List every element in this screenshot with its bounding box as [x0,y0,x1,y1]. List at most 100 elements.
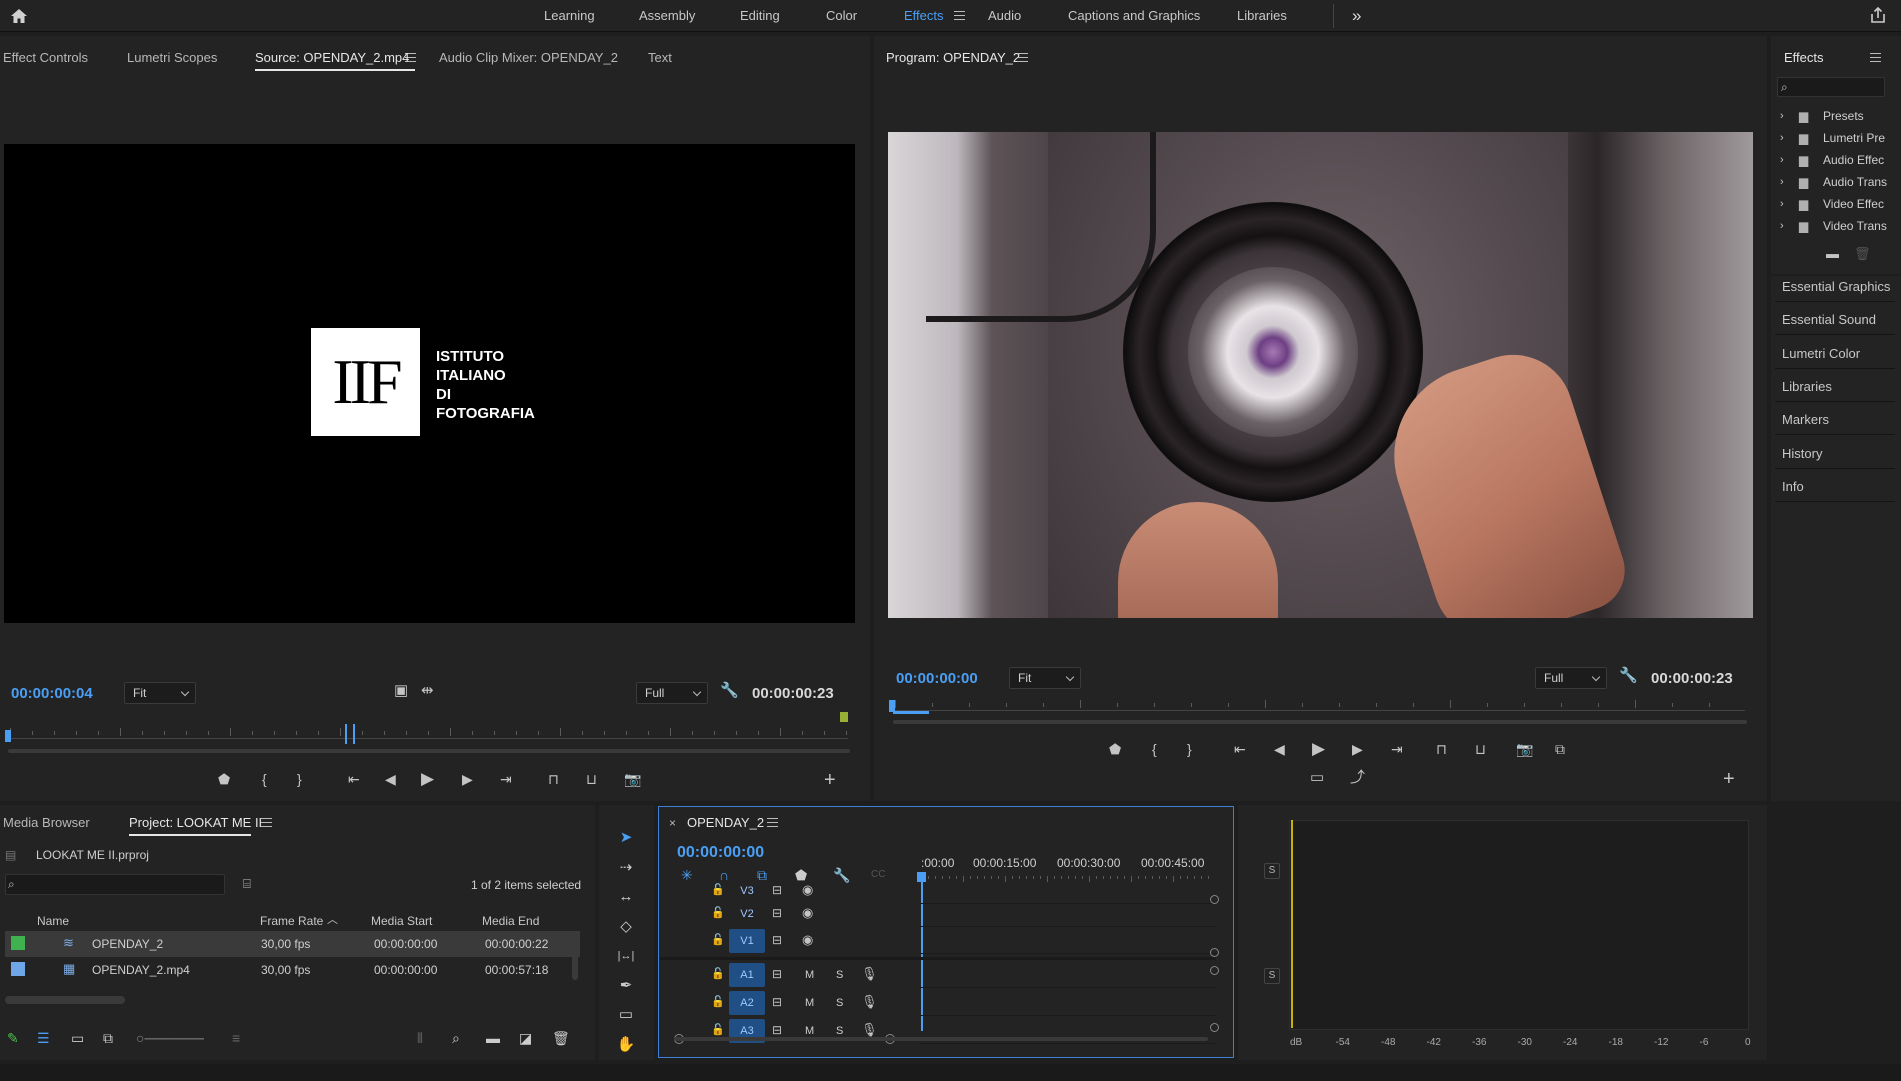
expand-chevron-icon[interactable]: › [1780,195,1784,213]
track-scroll-handle[interactable] [1210,1023,1219,1032]
program-add-button[interactable]: + [1723,769,1735,789]
column-header-2[interactable]: Media Start [371,914,432,928]
program-go-to-out-icon[interactable]: ⇥ [1391,740,1403,758]
workspace-tab-captions-and-graphics[interactable]: Captions and Graphics [1068,8,1200,23]
program-step-forward-icon[interactable]: ▶ [1352,740,1363,758]
eye-icon[interactable]: ◉ [802,931,813,949]
zoom-slider-icon[interactable]: ○────── [136,1029,204,1047]
effects-folder-5[interactable]: Video Trans [1823,219,1898,233]
column-header-3[interactable]: Media End [482,914,539,928]
source-step-back-icon[interactable]: ◀ [385,770,396,788]
clear-icon[interactable]: 🗑 [552,1029,570,1047]
solo-button-1[interactable]: S [1264,863,1280,879]
side-menu-info[interactable]: Info [1782,479,1804,494]
timeline-hscroll[interactable] [674,1037,1208,1041]
track-solo-button[interactable]: S [836,1025,843,1037]
expand-chevron-icon[interactable]: › [1780,217,1784,235]
track-scroll-handle[interactable] [1210,966,1219,975]
selection-tool-icon[interactable]: ➤ [614,829,638,847]
track-mute-button[interactable]: M [805,969,814,981]
workspace-tab-color[interactable]: Color [826,8,857,23]
timeline-timecode[interactable]: 00:00:00:00 [677,844,764,862]
track-select-tool-icon[interactable]: ⇢ [614,859,638,877]
source-tab-3[interactable]: Audio Clip Mixer: OPENDAY_2 [439,50,618,65]
track-mute-button[interactable]: M [805,1025,814,1037]
effects-folder-2[interactable]: Audio Effec [1823,153,1898,167]
more-workspaces-icon[interactable]: » [1352,6,1361,26]
workspace-menu-icon[interactable] [954,11,965,20]
source-step-forward-icon[interactable]: ▶ [462,770,473,788]
eye-icon[interactable]: ◉ [802,904,813,922]
source-safe-margins-icon[interactable]: ▣ [394,682,408,700]
source-mark-in-icon[interactable]: { [262,770,267,788]
source-in-out-marker[interactable] [345,724,355,744]
workspace-tab-audio[interactable]: Audio [988,8,1021,23]
track-sync-lock-icon[interactable]: ⊟ [772,993,782,1011]
workspace-tab-editing[interactable]: Editing [740,8,780,23]
source-insert-icon[interactable]: ⊓ [548,770,559,788]
program-mark-in-icon[interactable]: { [1152,740,1157,758]
track-solo-button[interactable]: S [836,969,843,981]
source-drag-video-icon[interactable]: ⇹ [421,682,434,700]
project-row[interactable]: ≋ OPENDAY_2 30,00 fps 00:00:00:00 00:00:00:2… [5,931,580,957]
sort-icon[interactable]: ≡ [232,1029,240,1047]
workspace-tab-effects[interactable]: Effects [904,8,944,23]
rectangle-tool-icon[interactable]: ▭ [614,1006,638,1024]
side-menu-markers[interactable]: Markers [1782,412,1829,427]
program-export-frame-icon[interactable]: 📷 [1516,740,1533,758]
track-target-V2[interactable]: V2 [729,902,765,926]
timeline-captions-icon[interactable]: CC [871,866,885,884]
source-go-to-in-icon[interactable]: ⇤ [348,770,360,788]
timeline-settings-icon[interactable]: 🔧 [833,866,850,884]
label-color-swatch[interactable] [11,962,25,976]
icon-view-icon[interactable]: ▭ [71,1029,84,1047]
track-solo-button[interactable]: S [836,997,843,1009]
program-compare-view-icon[interactable]: ▭ [1310,769,1324,787]
effects-folder-4[interactable]: Video Effec [1823,197,1898,211]
column-header-0[interactable]: Name [37,914,69,928]
project-menu-icon[interactable] [261,818,272,827]
track-target-A2[interactable]: A2 [729,991,765,1015]
track-lock-icon[interactable]: 🔓 [711,993,725,1011]
freeform-view-icon[interactable]: ⧉ [103,1029,113,1047]
new-item-icon[interactable]: ◪ [519,1029,532,1047]
side-menu-essential-graphics[interactable]: Essential Graphics [1782,279,1890,294]
program-lift-icon[interactable]: ⊓ [1436,740,1447,758]
track-sync-lock-icon[interactable]: ⊟ [772,881,782,899]
project-vscroll[interactable] [572,935,578,980]
side-menu-libraries[interactable]: Libraries [1782,379,1832,394]
program-zoom-bar[interactable] [893,720,1747,724]
new-bin-icon[interactable]: ▬ [486,1029,500,1047]
workspace-tab-libraries[interactable]: Libraries [1237,8,1287,23]
automate-icon[interactable]: ⫴ [417,1029,423,1047]
side-menu-lumetri-color[interactable]: Lumetri Color [1782,346,1860,361]
expand-chevron-icon[interactable]: › [1780,151,1784,169]
program-step-back-icon[interactable]: ◀ [1274,740,1285,758]
track-target-V3[interactable]: V3 [729,879,765,903]
program-menu-icon[interactable] [1017,53,1028,62]
program-marker-icon[interactable]: ⬟ [1109,740,1121,758]
track-mute-button[interactable]: M [805,997,814,1009]
source-add-button[interactable]: + [824,770,836,790]
razor-tool-icon[interactable]: ◇ [614,918,638,936]
eye-icon[interactable]: ◉ [802,881,813,899]
program-play-icon[interactable]: ▶ [1312,740,1325,758]
effects-folder-1[interactable]: Lumetri Pre [1823,131,1898,145]
home-icon[interactable] [9,6,29,26]
program-go-to-in-icon[interactable]: ⇤ [1234,740,1246,758]
workspace-tab-assembly[interactable]: Assembly [639,8,695,23]
project-row[interactable]: ▦ OPENDAY_2.mp4 30,00 fps 00:00:00:00 00:00:… [5,957,580,983]
tab-project[interactable]: Project: LOOKAT ME II [129,815,262,830]
track-lane[interactable] [920,929,1216,954]
source-tab-4[interactable]: Text [648,50,672,65]
track-lock-icon[interactable]: 🔓 [711,881,725,899]
program-title[interactable]: Program: OPENDAY_2 [886,50,1020,65]
program-resolution-select[interactable]: Full [1535,667,1607,689]
workspace-tab-learning[interactable]: Learning [544,8,595,23]
source-tab-2[interactable]: Source: OPENDAY_2.mp4 [255,50,409,65]
track-scroll-handle[interactable] [1210,948,1219,957]
track-lock-icon[interactable]: 🔓 [711,904,725,922]
effects-menu-icon[interactable] [1870,53,1881,62]
program-compare-icon[interactable]: ⧉ [1555,740,1565,758]
source-settings-wrench-icon[interactable]: 🔧 [720,682,739,700]
